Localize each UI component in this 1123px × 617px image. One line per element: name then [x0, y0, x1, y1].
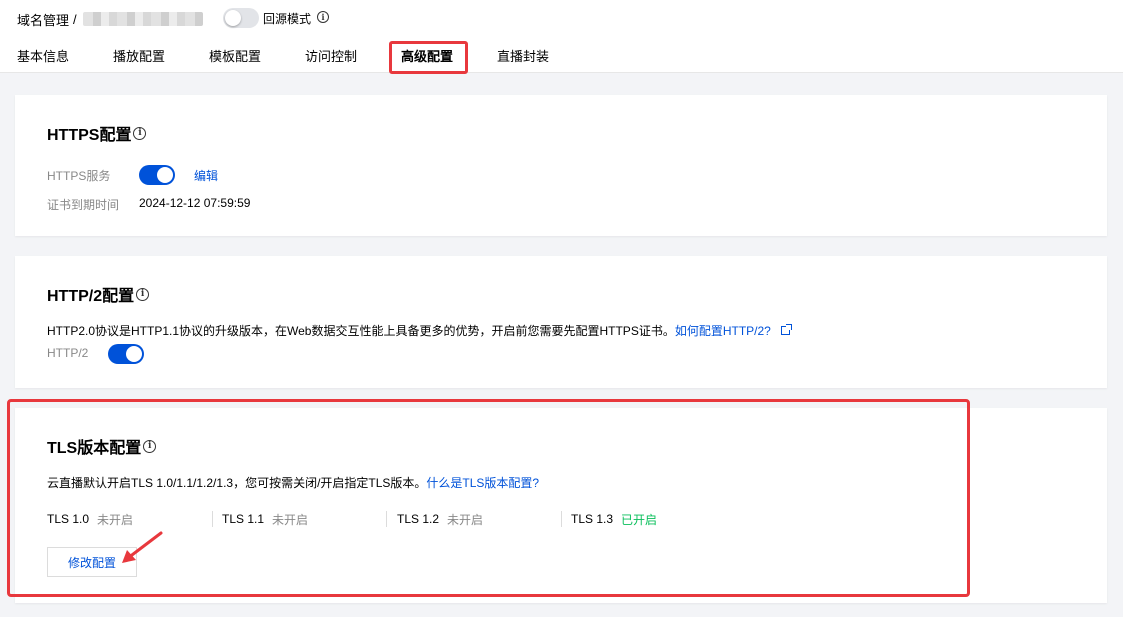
toggle-knob — [126, 346, 142, 362]
http2-title-text: HTTP/2配置 — [47, 288, 135, 305]
toggle-knob — [157, 167, 173, 183]
external-link-icon[interactable] — [780, 324, 792, 335]
top-bar: 域名管理 / 回源模式 i 基本信息 播放配置 模板配置 访问控制 高级配置 直… — [0, 0, 1123, 73]
https-card: HTTPS配置 i HTTPS服务 编辑 证书到期时间 2024-12-12 0… — [15, 95, 1107, 236]
info-icon[interactable]: i — [133, 126, 147, 140]
tls-highlight-box — [7, 399, 970, 597]
tab-playback-config[interactable]: 播放配置 — [113, 41, 165, 73]
http2-title: HTTP/2配置 i — [47, 282, 150, 306]
https-title-text: HTTPS配置 — [47, 127, 132, 144]
http2-toggle-label: HTTP/2 — [47, 346, 89, 360]
http2-card: HTTP/2配置 i HTTP2.0协议是HTTP1.1协议的升级版本，在Web… — [15, 256, 1107, 388]
info-icon[interactable]: i — [317, 11, 329, 23]
https-service-toggle[interactable] — [139, 165, 175, 185]
http2-toggle[interactable] — [108, 344, 144, 364]
origin-mode-toggle[interactable] — [223, 8, 259, 28]
blurred-domain — [82, 12, 203, 26]
cert-expiry-value: 2024-12-12 07:59:59 — [139, 196, 251, 210]
tab-access-control[interactable]: 访问控制 — [305, 41, 357, 73]
https-edit-link[interactable]: 编辑 — [194, 167, 218, 184]
breadcrumb-separator: / — [73, 11, 77, 27]
breadcrumb-root[interactable]: 域名管理 — [17, 10, 69, 29]
origin-mode-label: 回源模式 — [263, 12, 312, 26]
toggle-knob — [225, 10, 241, 26]
breadcrumb: 域名管理 / — [17, 10, 203, 28]
tab-highlight-box — [389, 41, 468, 74]
info-icon[interactable]: i — [136, 287, 150, 301]
http2-help-link[interactable]: 如何配置HTTP/2? — [675, 324, 771, 338]
tab-basic-info[interactable]: 基本信息 — [17, 41, 69, 73]
annotation-arrow-icon — [122, 531, 163, 563]
tab-live-packaging[interactable]: 直播封装 — [497, 41, 549, 73]
tab-template-config[interactable]: 模板配置 — [209, 41, 261, 73]
https-title: HTTPS配置 i — [47, 121, 147, 145]
cert-expiry-label: 证书到期时间 — [47, 198, 120, 212]
http2-description: HTTP2.0协议是HTTP1.1协议的升级版本，在Web数据交互性能上具备更多… — [47, 322, 792, 339]
http2-desc-text: HTTP2.0协议是HTTP1.1协议的升级版本，在Web数据交互性能上具备更多… — [47, 324, 675, 338]
https-service-label: HTTPS服务 — [47, 169, 111, 183]
